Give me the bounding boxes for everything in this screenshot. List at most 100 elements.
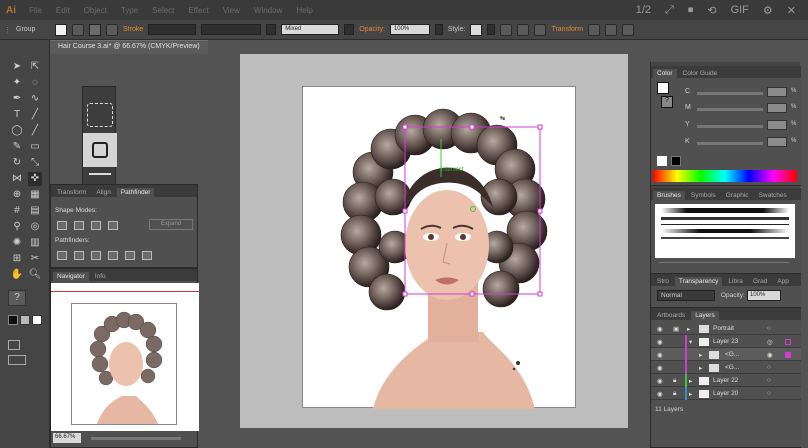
puppet-warp-panel-icon[interactable]: [83, 133, 117, 167]
divide-icon[interactable]: [57, 251, 67, 260]
expand-arrow-icon[interactable]: ▸: [687, 325, 690, 333]
tab-transform[interactable]: Transform: [53, 188, 90, 197]
intersect-icon[interactable]: [91, 221, 101, 230]
eyedropper-icon[interactable]: ⚲: [10, 220, 24, 234]
fill-swatch[interactable]: [55, 23, 67, 36]
channel-m-value[interactable]: [767, 103, 787, 113]
channel-m-slider[interactable]: [697, 108, 763, 111]
warp-option-icon[interactable]: [89, 173, 111, 181]
tab-symbols[interactable]: Symbols: [687, 191, 720, 200]
gradient-tool-icon[interactable]: ▤: [28, 204, 42, 218]
line-tool-icon[interactable]: ╱: [28, 108, 42, 122]
expand-arrow-icon[interactable]: ▸: [699, 351, 702, 359]
group-icon[interactable]: [605, 23, 618, 36]
opacity-dropdown[interactable]: [434, 24, 443, 35]
lock-icon[interactable]: 🔒︎: [673, 390, 676, 398]
tab-align[interactable]: Align: [92, 188, 114, 197]
zoom-tool-icon[interactable]: 🔍︎: [28, 268, 42, 282]
stroke-weight-field[interactable]: [148, 24, 197, 35]
channel-y-slider[interactable]: [697, 125, 763, 128]
color-fill-box[interactable]: [657, 82, 669, 94]
brush-dropdown[interactable]: [344, 24, 355, 35]
scale-tool-icon[interactable]: ⤡: [28, 156, 42, 170]
style-dropdown[interactable]: [487, 24, 496, 35]
target-icon[interactable]: ○: [767, 364, 771, 371]
merge-icon[interactable]: [91, 251, 101, 260]
panel-menu-icon[interactable]: [622, 23, 635, 36]
brush-library[interactable]: [655, 204, 795, 258]
type-tool-icon[interactable]: T: [10, 108, 24, 122]
menu-view[interactable]: View: [216, 6, 247, 15]
menu-effect[interactable]: Effect: [181, 6, 215, 15]
style-swatch[interactable]: [470, 23, 483, 36]
layer-row[interactable]: ◉ ▾ Layer 23 ◎: [651, 335, 801, 348]
rotate-tool-icon[interactable]: ↻: [10, 156, 24, 170]
stroke-indicator[interactable]: [20, 315, 30, 325]
blend-mode-select[interactable]: Normal: [657, 290, 715, 301]
crop-icon[interactable]: [108, 251, 118, 260]
navigator-preview[interactable]: [51, 283, 199, 431]
free-transform-icon[interactable]: [87, 103, 113, 127]
help-icon[interactable]: ?: [8, 290, 26, 306]
gif-button[interactable]: GIF: [731, 4, 749, 16]
menu-file[interactable]: File: [22, 6, 49, 15]
transparency-opacity-field[interactable]: 100%: [747, 290, 781, 301]
channel-c-value[interactable]: [767, 87, 787, 97]
settings-icon[interactable]: ⚙: [763, 4, 773, 17]
shape-builder-icon[interactable]: ⊕: [10, 188, 24, 202]
layer-row[interactable]: ◉ 🔒︎ ▸ Layer 22 ○: [651, 374, 801, 387]
transform-link[interactable]: Transform: [551, 26, 583, 33]
variable-width-profile[interactable]: [201, 24, 262, 35]
lock-icon[interactable]: ▣: [673, 325, 679, 333]
tab-libraries[interactable]: Libra: [724, 277, 746, 286]
close-icon[interactable]: ✕: [787, 4, 796, 17]
expand-button[interactable]: Expand: [149, 219, 193, 230]
fill-dropdown[interactable]: [72, 23, 84, 36]
tab-brushes[interactable]: Brushes: [653, 191, 685, 200]
tab-appearance[interactable]: App: [773, 277, 793, 286]
stroke-dropdown[interactable]: [106, 23, 118, 36]
opacity-link[interactable]: Opacity:: [359, 26, 385, 33]
draw-mode-icon[interactable]: [8, 340, 20, 350]
recolor-icon[interactable]: [500, 23, 513, 36]
target-icon[interactable]: ○: [767, 325, 771, 332]
zoom-field[interactable]: 66.67%: [53, 433, 81, 443]
pencil-icon[interactable]: ✎: [10, 140, 24, 154]
tab-color[interactable]: Color: [653, 69, 677, 78]
color-help-icon[interactable]: ?: [661, 96, 673, 108]
align-icon[interactable]: [517, 23, 530, 36]
expand-arrow-icon[interactable]: ▸: [689, 377, 692, 385]
target-icon[interactable]: ◉: [767, 351, 773, 359]
layer-row[interactable]: ◉ ▣ ▸ Portrait ○: [651, 322, 801, 335]
channel-k-value[interactable]: [767, 137, 787, 147]
layer-row[interactable]: ◉ ▸ <G... ○: [651, 361, 801, 374]
channel-y-value[interactable]: [767, 120, 787, 130]
selection-tool-icon[interactable]: ➤: [10, 60, 24, 74]
distribute-icon[interactable]: [534, 23, 547, 36]
black-swatch[interactable]: [671, 156, 681, 166]
puppet-warp-icon[interactable]: ✜: [28, 172, 42, 186]
artboard-tool-icon[interactable]: ⊞: [10, 252, 24, 266]
tab-layers[interactable]: Layers: [691, 311, 719, 320]
eye-icon[interactable]: ◉: [657, 377, 663, 385]
menu-help[interactable]: Help: [289, 6, 319, 15]
tab-graphic-styles[interactable]: Graphic: [722, 191, 753, 200]
magic-wand-icon[interactable]: ✦: [10, 76, 24, 90]
direct-selection-tool-icon[interactable]: ⇱: [28, 60, 42, 74]
color-spectrum[interactable]: [653, 170, 797, 182]
eye-icon[interactable]: ◉: [657, 364, 663, 372]
menu-select[interactable]: Select: [145, 6, 181, 15]
menu-object[interactable]: Object: [77, 6, 114, 15]
zoom-slider[interactable]: [91, 437, 181, 440]
tab-transparency[interactable]: Transparency: [674, 277, 723, 286]
layer-row[interactable]: ◉ ▸ <G... ◉: [651, 348, 801, 361]
screen-mode-icon[interactable]: [8, 355, 26, 365]
stop-icon[interactable]: ⏹: [688, 4, 694, 17]
document-tab[interactable]: Hair Course 3.ai* @ 66.67% (CMYK/Preview…: [50, 40, 208, 54]
eye-icon[interactable]: ◉: [657, 390, 663, 398]
tab-swatches[interactable]: Swatches: [755, 191, 791, 200]
symbol-sprayer-icon[interactable]: ✺: [10, 236, 24, 250]
outline-icon[interactable]: [125, 251, 135, 260]
minus-front-icon[interactable]: [74, 221, 84, 230]
target-icon[interactable]: ◎: [767, 338, 773, 346]
